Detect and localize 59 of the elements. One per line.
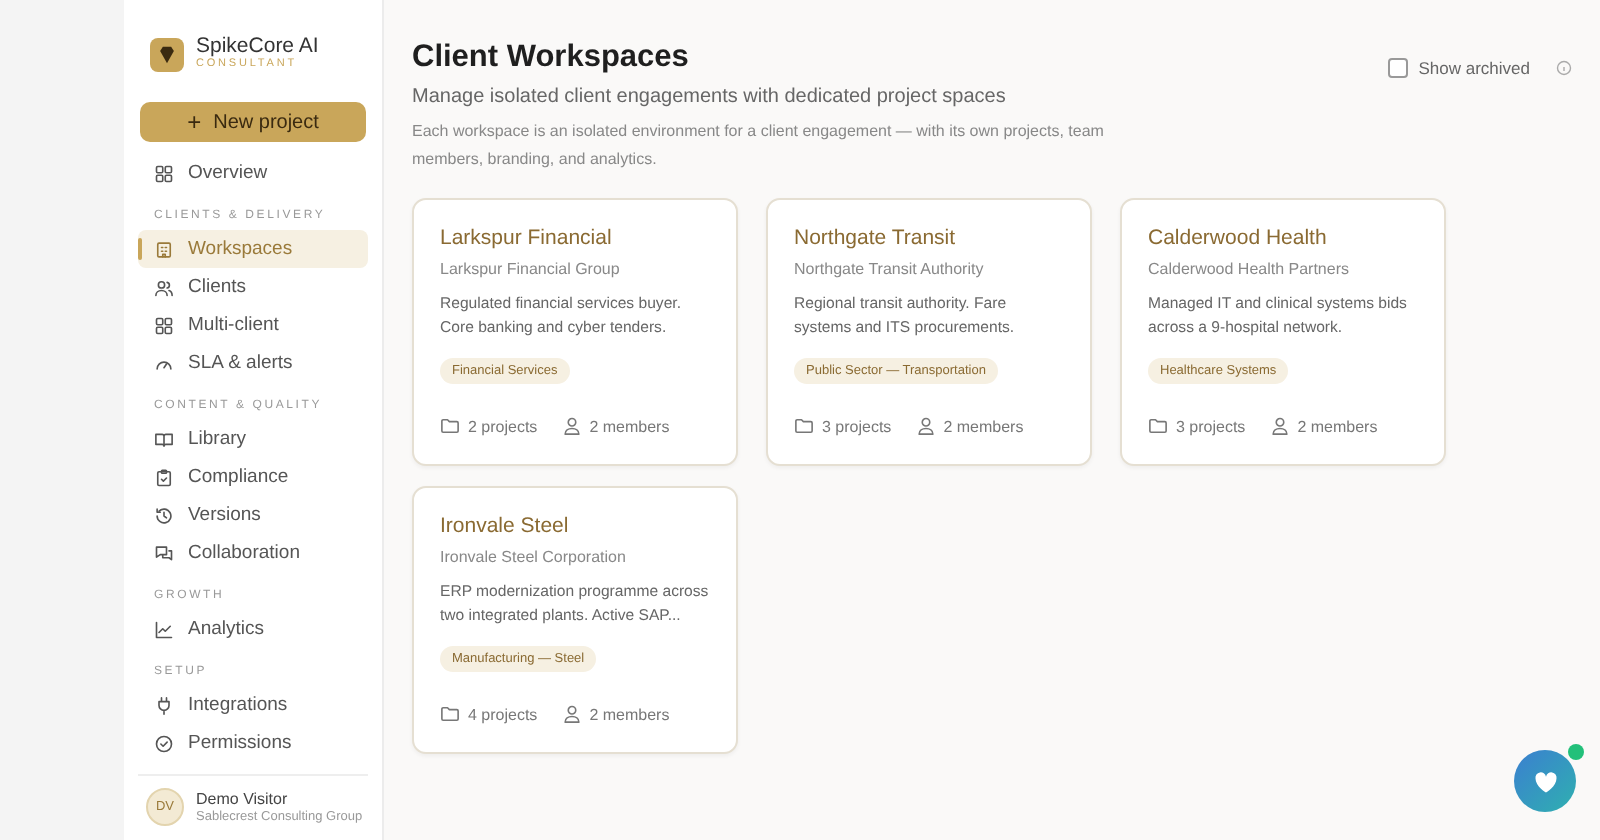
workspace-organization: Northgate Transit Authority bbox=[794, 260, 986, 278]
user-name: Demo Visitor bbox=[196, 789, 290, 809]
project-count: 2 projects bbox=[468, 417, 538, 435]
folder-icon bbox=[794, 416, 814, 436]
chat-button[interactable] bbox=[1514, 750, 1576, 812]
workspace-name: Ironvale Steel bbox=[440, 514, 571, 538]
user-icon bbox=[1269, 416, 1290, 436]
book-icon bbox=[154, 429, 174, 449]
workspace-organization: Larkspur Financial Group bbox=[440, 260, 622, 278]
sidebar-item[interactable]: Versions bbox=[138, 496, 368, 534]
member-count: 2 members bbox=[1297, 417, 1378, 435]
info-icon bbox=[1556, 60, 1572, 76]
project-count: 3 projects bbox=[822, 417, 892, 435]
chat-bubbles-icon bbox=[154, 543, 174, 563]
history-icon bbox=[154, 505, 174, 525]
folder-icon bbox=[440, 704, 460, 724]
sidebar-item[interactable]: Compliance bbox=[138, 458, 368, 496]
logo-icon bbox=[150, 37, 184, 71]
sidebar-item[interactable]: Permissions bbox=[138, 724, 368, 762]
brand-name: SpikeCore AI bbox=[196, 36, 319, 58]
users-icon bbox=[154, 277, 174, 297]
user-icon bbox=[561, 416, 582, 436]
sidebar-item[interactable]: SLA & alerts bbox=[138, 344, 368, 382]
sidebar-item[interactable]: Library bbox=[138, 420, 368, 458]
member-count: 2 members bbox=[943, 417, 1024, 435]
project-count: 4 projects bbox=[468, 705, 538, 723]
workspace-name: Calderwood Health bbox=[1148, 226, 1329, 250]
sidebar-item[interactable]: Integrations bbox=[138, 686, 368, 724]
heart-icon bbox=[1531, 767, 1559, 795]
sidebar-item[interactable]: Multi-client bbox=[138, 306, 368, 344]
workspace-name: Northgate Transit bbox=[794, 226, 958, 250]
show-archived-checkbox[interactable] bbox=[1388, 58, 1409, 78]
page-description: Each workspace is an isolated environment for a client engagement — with its own projects, team members, branding, and analytics. bbox=[412, 120, 1106, 172]
new-project-button[interactable]: + New project bbox=[140, 102, 366, 142]
workspace-organization: Ironvale Steel Corporation bbox=[440, 548, 628, 566]
project-count: 3 projects bbox=[1176, 417, 1246, 435]
shield-check-icon bbox=[154, 733, 174, 753]
workspace-name: Larkspur Financial bbox=[440, 226, 614, 250]
user-icon bbox=[561, 704, 582, 724]
grid-icon bbox=[154, 163, 174, 183]
plug-icon bbox=[154, 695, 174, 715]
page-subtitle: Manage isolated client engagements with dedicated project spaces bbox=[412, 86, 1008, 108]
show-archived-label: Show archived bbox=[1418, 58, 1530, 78]
member-count: 2 members bbox=[589, 417, 670, 435]
user-icon bbox=[915, 416, 936, 436]
sidebar-item[interactable]: Workspaces bbox=[138, 230, 368, 268]
folder-icon bbox=[440, 416, 460, 436]
folder-icon bbox=[1148, 416, 1168, 436]
sidebar-item[interactable]: Overview bbox=[138, 154, 368, 192]
page-title: Client Workspaces bbox=[412, 40, 691, 76]
workspace-organization: Calderwood Health Partners bbox=[1148, 260, 1351, 278]
clipboard-check-icon bbox=[154, 467, 174, 487]
member-count: 2 members bbox=[589, 705, 670, 723]
sidebar-item[interactable]: Analytics bbox=[138, 610, 368, 648]
sidebar-item[interactable]: Collaboration bbox=[138, 534, 368, 572]
line-chart-icon bbox=[154, 619, 174, 639]
grid-icon bbox=[154, 315, 174, 335]
sidebar-item[interactable]: Clients bbox=[138, 268, 368, 306]
building-icon bbox=[154, 239, 174, 259]
